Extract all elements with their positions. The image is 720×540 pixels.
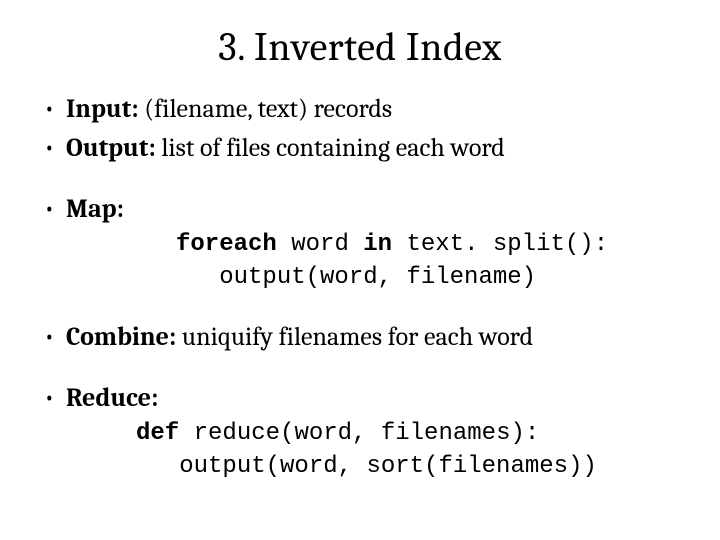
- code-map: foreach word in text. split(): output(wo…: [66, 229, 680, 294]
- code-map-line-2: output(word, filename): [176, 264, 536, 291]
- slide: 3. Inverted Index Input: (filename, text…: [0, 0, 720, 540]
- bullet-output: Output: list of files containing each wo…: [40, 131, 680, 166]
- bullet-output-label: Output:: [66, 133, 156, 163]
- bullet-reduce-label: Reduce:: [66, 383, 158, 413]
- bullet-map: Map: foreach word in text. split(): outp…: [40, 192, 680, 294]
- bullet-input: Input: (filename, text) records: [40, 92, 680, 127]
- code-map-kw-foreach: foreach: [176, 231, 277, 258]
- bullet-input-text: (filename, text) records: [139, 94, 393, 124]
- code-reduce: def reduce(word, filenames): output(word…: [66, 418, 680, 483]
- code-map-kw-in: in: [363, 231, 392, 258]
- bullet-combine-text: uniquify filenames for each word: [176, 322, 533, 352]
- bullet-reduce: Reduce: def reduce(word, filenames): out…: [40, 381, 680, 483]
- code-reduce-text-1: reduce(word, filenames):: [179, 420, 539, 447]
- bullet-combine-label: Combine:: [66, 322, 176, 352]
- code-map-text-2: text. split():: [392, 231, 608, 258]
- bullet-output-text: list of files containing each word: [156, 133, 505, 163]
- slide-title: 3. Inverted Index: [40, 24, 680, 70]
- bullet-input-label: Input:: [66, 94, 139, 124]
- bullet-map-label: Map:: [66, 194, 124, 224]
- bullet-list: Input: (filename, text) records Output: …: [40, 92, 680, 483]
- code-reduce-line-2: output(word, sort(filenames)): [136, 453, 597, 480]
- bullet-combine: Combine: uniquify filenames for each wor…: [40, 320, 680, 355]
- code-reduce-kw-def: def: [136, 420, 179, 447]
- code-map-text-1: word: [277, 231, 363, 258]
